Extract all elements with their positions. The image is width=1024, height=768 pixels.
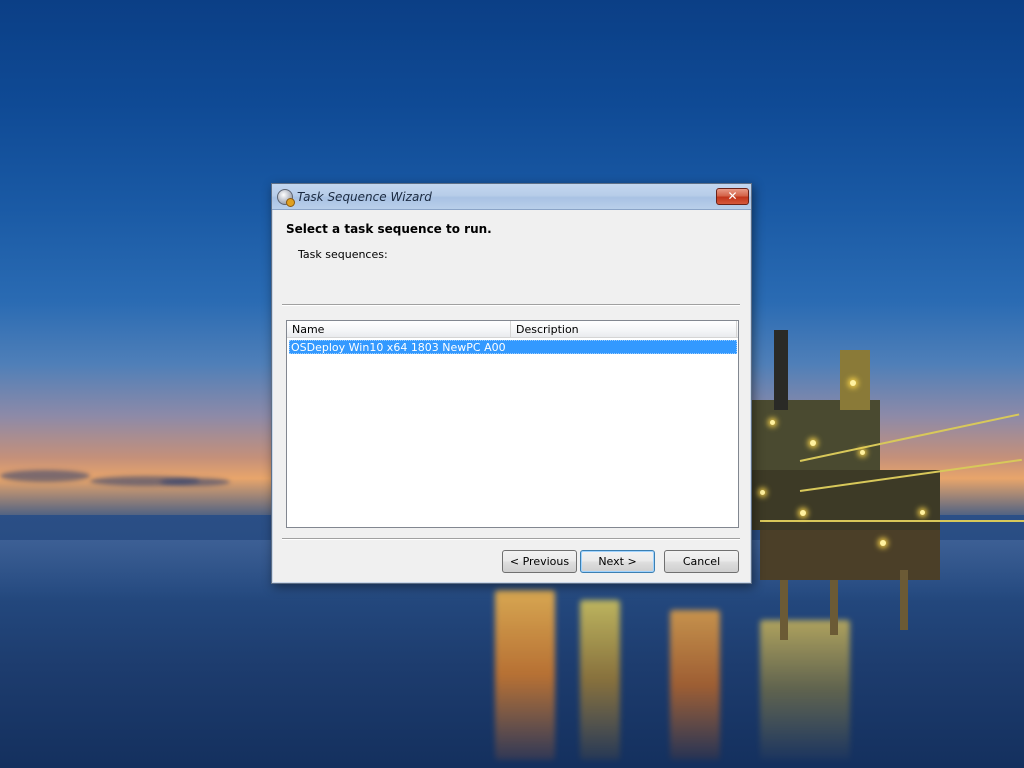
wallpaper-reflection xyxy=(670,610,720,760)
wallpaper-reflection xyxy=(495,590,555,760)
wallpaper-cloud xyxy=(160,478,230,486)
close-button[interactable]: ✕ xyxy=(716,188,749,205)
top-divider xyxy=(282,304,740,306)
list-item-name: OSDeploy Win10 x64 1803 NewPC A00 xyxy=(291,341,506,354)
wallpaper-cloud xyxy=(0,470,90,482)
bottom-divider xyxy=(282,538,740,540)
previous-button[interactable]: < Previous xyxy=(502,550,577,573)
list-header: Name Description xyxy=(287,321,738,338)
wallpaper-reflection xyxy=(580,600,620,760)
cancel-button[interactable]: Cancel xyxy=(664,550,739,573)
next-button[interactable]: Next > xyxy=(580,550,655,573)
oil-rig-illustration xyxy=(740,310,1024,650)
column-header-name[interactable]: Name xyxy=(287,321,511,338)
close-icon: ✕ xyxy=(727,189,738,203)
page-heading: Select a task sequence to run. xyxy=(286,222,492,236)
dialog-titlebar[interactable]: Task Sequence Wizard ✕ xyxy=(272,184,751,210)
task-sequence-icon xyxy=(277,189,295,207)
dialog-title: Task Sequence Wizard xyxy=(297,190,432,204)
task-sequences-label: Task sequences: xyxy=(298,248,388,261)
list-item[interactable]: OSDeploy Win10 x64 1803 NewPC A00 xyxy=(289,340,737,354)
task-sequence-wizard-dialog: Task Sequence Wizard ✕ Select a task seq… xyxy=(271,183,752,584)
column-header-description[interactable]: Description xyxy=(511,321,737,338)
task-sequence-list[interactable]: Name Description OSDeploy Win10 x64 1803… xyxy=(286,320,739,528)
